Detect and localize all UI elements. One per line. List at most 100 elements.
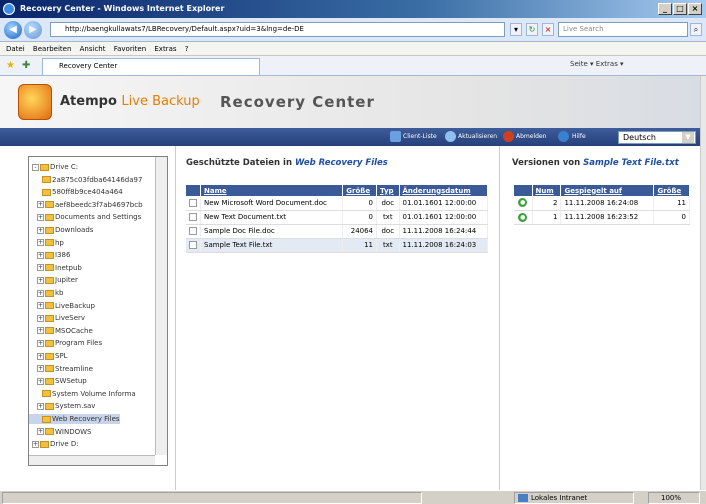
close-button[interactable]: × <box>688 3 702 15</box>
maximize-button[interactable]: □ <box>673 3 687 15</box>
back-button[interactable]: ◀ <box>4 21 22 39</box>
tree-item[interactable]: - Drive C: <box>29 162 78 172</box>
tree-item[interactable]: + aef8beedc3f7ab4697bcb <box>29 200 143 210</box>
tree-horizontal-scrollbar[interactable] <box>29 455 155 465</box>
file-checkbox[interactable] <box>189 241 197 249</box>
chevron-down-icon[interactable]: ▼ <box>682 132 694 143</box>
column-header-num[interactable]: Num <box>532 185 562 196</box>
client-list-link[interactable]: Client-Liste <box>403 128 437 146</box>
logout-link[interactable]: Abmelden <box>516 128 546 146</box>
search-icon[interactable]: ⌕ <box>690 23 702 36</box>
tree-item[interactable]: + Program Files <box>29 338 102 348</box>
menu-datei[interactable]: Datei <box>6 45 25 53</box>
tree-expander-icon[interactable]: + <box>37 213 44 221</box>
file-row[interactable]: New Text Document.txt 0 txt 01.01.1601 12:0… <box>186 210 488 225</box>
tree-vertical-scrollbar[interactable] <box>155 157 167 455</box>
tree-expander-icon[interactable]: + <box>37 276 44 284</box>
column-header-size[interactable]: Größe <box>342 185 378 196</box>
file-name[interactable]: New Text Document.txt <box>200 210 344 225</box>
tree-item[interactable]: + MSOCache <box>29 326 93 336</box>
tree-expander-icon[interactable]: + <box>37 239 44 247</box>
minimize-button[interactable]: _ <box>658 3 672 15</box>
page-vertical-scrollbar[interactable] <box>700 76 706 490</box>
file-checkbox[interactable] <box>189 213 197 221</box>
tree-item[interactable]: + LiveServ <box>29 313 85 323</box>
tree-expander-icon[interactable]: + <box>37 327 44 335</box>
column-header-name[interactable]: Name <box>200 185 344 196</box>
tree-item[interactable]: + hp <box>29 238 64 248</box>
file-name[interactable]: Sample Text File.txt <box>200 238 344 253</box>
tree-expander-icon[interactable]: + <box>37 339 44 347</box>
tree-item[interactable]: System Volume Informa <box>29 389 136 399</box>
tree-expander-icon[interactable]: + <box>37 302 44 310</box>
tree-item[interactable]: + Inetpub <box>29 263 82 273</box>
column-header-version-size[interactable]: Größe <box>653 185 690 196</box>
tree-expander-icon[interactable]: + <box>37 251 44 259</box>
tree-item[interactable]: + I386 <box>29 250 70 260</box>
version-row[interactable]: ● 2 11.11.2008 16:24:08 11 <box>514 196 690 211</box>
tree-item[interactable]: + System.sav <box>29 401 95 411</box>
menu-help[interactable]: ? <box>185 45 189 53</box>
command-bar-tools[interactable]: Seite ▾ Extras ▾ <box>570 60 624 68</box>
tree-expander-icon[interactable]: - <box>32 163 39 171</box>
tree-expander-icon[interactable]: + <box>37 226 44 234</box>
help-icon[interactable] <box>558 131 569 142</box>
search-input[interactable]: Live Search <box>558 22 688 37</box>
tree-item[interactable]: + WINDOWS <box>29 427 92 437</box>
menu-favoriten[interactable]: Favoriten <box>114 45 146 53</box>
file-row[interactable]: Sample Text File.txt 11 txt 11.11.2008 16:2… <box>186 238 488 253</box>
forward-button[interactable]: ▶ <box>24 21 42 39</box>
tree-item[interactable]: Web Recovery Files <box>29 414 120 424</box>
ie-logo-icon <box>3 3 15 15</box>
tree-item[interactable]: + Drive D: <box>29 439 79 449</box>
stop-button[interactable]: × <box>542 23 554 36</box>
restore-icon[interactable]: ● <box>518 212 528 222</box>
tree-expander-icon[interactable]: + <box>37 402 44 410</box>
tree-item[interactable]: 2a875c03fdba64146da97 <box>29 175 142 185</box>
help-link[interactable]: Hilfe <box>572 128 586 146</box>
tree-item[interactable]: + Jupiter <box>29 275 78 285</box>
menu-bearbeiten[interactable]: Bearbeiten <box>33 45 71 53</box>
tree-item[interactable]: + LiveBackup <box>29 301 95 311</box>
file-checkbox[interactable] <box>189 198 197 207</box>
file-row[interactable]: Sample Doc File.doc 24064 doc 11.11.2008 16… <box>186 224 488 239</box>
tree-expander-icon[interactable]: + <box>37 264 44 272</box>
favorites-star-icon[interactable]: ★ <box>6 60 15 71</box>
menu-ansicht[interactable]: Ansicht <box>80 45 106 53</box>
tree-item[interactable]: + Streamline <box>29 364 93 374</box>
tree-expander-icon[interactable]: + <box>32 440 39 448</box>
column-header-date[interactable]: Änderungsdatum <box>399 185 488 196</box>
menu-extras[interactable]: Extras <box>154 45 176 53</box>
zoom-level[interactable]: 100% <box>648 492 700 504</box>
tree-expander-icon[interactable]: + <box>37 365 44 373</box>
client-list-icon[interactable] <box>390 131 401 142</box>
column-header-mirrored[interactable]: Gespiegelt auf <box>560 185 655 196</box>
file-row[interactable]: New Microsoft Word Document.doc 0 doc 01.01… <box>186 196 488 211</box>
tree-expander-icon[interactable]: + <box>37 428 44 436</box>
tree-item[interactable]: + SWSetup <box>29 376 87 386</box>
tree-expander-icon[interactable]: + <box>37 352 44 360</box>
add-favorites-icon[interactable]: ✚ <box>22 60 30 71</box>
refresh-browser-button[interactable]: ↻ <box>526 23 538 36</box>
tree-item[interactable]: + Downloads <box>29 225 93 235</box>
url-dropdown-button[interactable]: ▾ <box>510 23 522 36</box>
column-header-type[interactable]: Typ <box>376 185 400 196</box>
tree-expander-icon[interactable]: + <box>37 289 44 297</box>
file-name[interactable]: New Microsoft Word Document.doc <box>200 196 344 211</box>
file-checkbox[interactable] <box>189 227 197 235</box>
tree-item[interactable]: + Documents and Settings <box>29 212 141 222</box>
restore-icon[interactable]: ● <box>518 198 528 208</box>
tree-item[interactable]: 580ff8b9ce404a464 <box>29 187 123 197</box>
version-row[interactable]: ● 1 11.11.2008 16:23:52 0 <box>514 210 690 225</box>
refresh-link[interactable]: Aktualisieren <box>458 128 497 146</box>
logout-icon[interactable] <box>503 131 514 142</box>
tree-item[interactable]: + SPL <box>29 351 68 361</box>
tree-expander-icon[interactable]: + <box>37 314 44 322</box>
url-input[interactable]: http://baengkullawats7/LBRecovery/Defaul… <box>50 22 505 37</box>
refresh-icon[interactable] <box>445 131 456 142</box>
tree-expander-icon[interactable]: + <box>37 201 44 209</box>
file-name[interactable]: Sample Doc File.doc <box>200 224 344 239</box>
tree-item[interactable]: + kb <box>29 288 64 298</box>
tab-recovery-center[interactable]: Recovery Center <box>42 58 260 75</box>
tree-expander-icon[interactable]: + <box>37 377 44 385</box>
